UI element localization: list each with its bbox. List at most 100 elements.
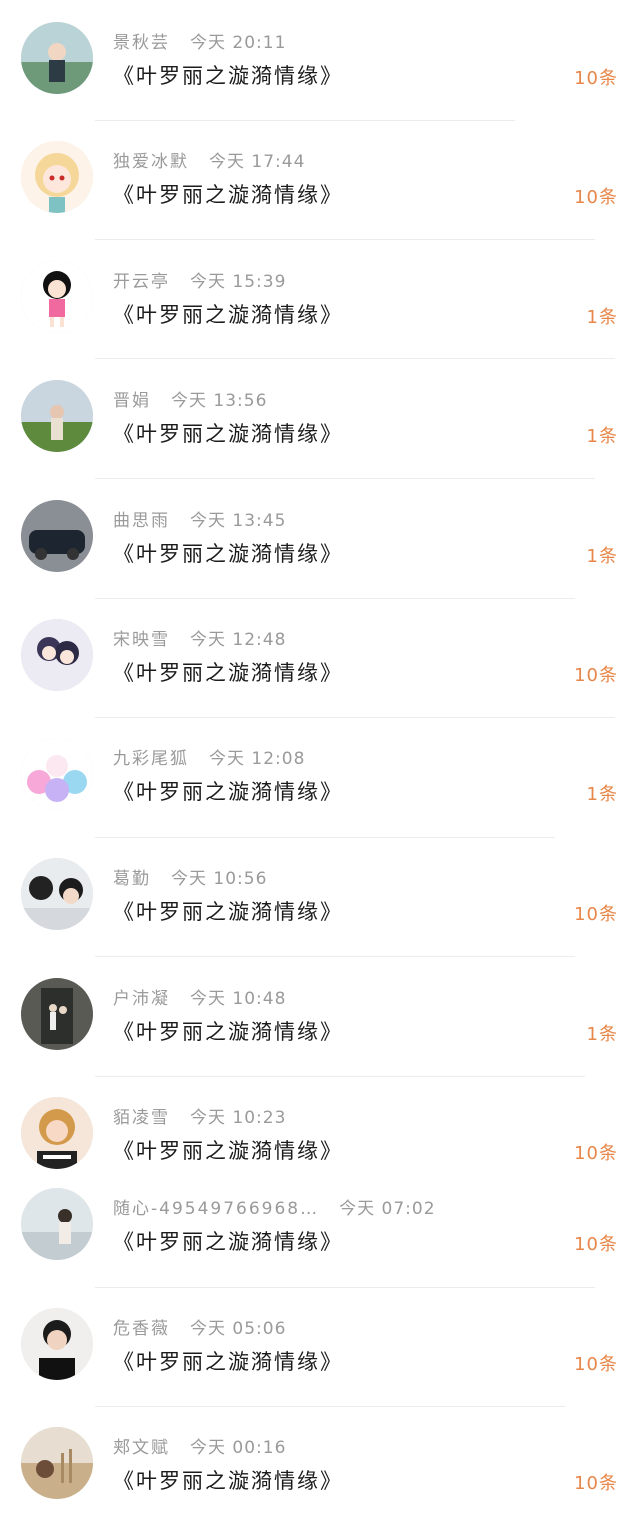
- message-row[interactable]: 晋娟 今天 13:56 《叶罗丽之漩漪情缘》 1条: [0, 380, 640, 480]
- sender-name[interactable]: 户沛凝: [113, 989, 170, 1009]
- book-title[interactable]: 《叶罗丽之漩漪情缘》: [113, 1226, 343, 1256]
- message-row[interactable]: 户沛凝 今天 10:48 《叶罗丽之漩漪情缘》 1条: [0, 978, 640, 1078]
- timestamp: 今天 10:23: [190, 1108, 286, 1128]
- message-count-badge: 10条: [574, 904, 618, 925]
- message-meta: 九彩尾狐 今天 12:08: [113, 744, 305, 769]
- avatar-cartoon-girl-icon[interactable]: [21, 261, 93, 333]
- message-meta: 开云亭 今天 15:39: [113, 267, 286, 292]
- timestamp-time: 13:56: [213, 391, 268, 411]
- sender-name[interactable]: 郏文赋: [113, 1438, 170, 1458]
- message-count-badge: 10条: [574, 187, 618, 208]
- book-title[interactable]: 《叶罗丽之漩漪情缘》: [113, 1135, 343, 1165]
- row-divider: [95, 598, 575, 599]
- message-row[interactable]: 危香薇 今天 05:06 《叶罗丽之漩漪情缘》 10条: [0, 1308, 640, 1408]
- message-meta: 独爱冰默 今天 17:44: [113, 147, 305, 172]
- message-meta: 晋娟 今天 13:56: [113, 386, 267, 411]
- timestamp-time: 20:11: [232, 33, 287, 53]
- row-divider: [95, 956, 575, 957]
- book-title[interactable]: 《叶罗丽之漩漪情缘》: [113, 1346, 343, 1376]
- timestamp: 今天 00:16: [190, 1438, 286, 1458]
- message-row[interactable]: 景秋芸 今天 20:11 《叶罗丽之漩漪情缘》 10条: [0, 22, 640, 122]
- message-row[interactable]: 开云亭 今天 15:39 《叶罗丽之漩漪情缘》 1条: [0, 261, 640, 361]
- message-row[interactable]: 葛勤 今天 10:56 《叶罗丽之漩漪情缘》 10条: [0, 858, 640, 958]
- book-title[interactable]: 《叶罗丽之漩漪情缘》: [113, 538, 343, 568]
- book-title[interactable]: 《叶罗丽之漩漪情缘》: [113, 776, 343, 806]
- book-title[interactable]: 《叶罗丽之漩漪情缘》: [113, 657, 343, 687]
- message-meta: 葛勤 今天 10:56: [113, 864, 267, 889]
- message-count-badge: 1条: [586, 784, 618, 805]
- message-row[interactable]: 郏文赋 今天 00:16 《叶罗丽之漩漪情缘》 10条: [0, 1427, 640, 1526]
- book-title[interactable]: 《叶罗丽之漩漪情缘》: [113, 299, 343, 329]
- message-meta: 宋映雪 今天 12:48: [113, 625, 286, 650]
- row-divider: [95, 478, 595, 479]
- message-row[interactable]: 貊凌雪 今天 10:23 《叶罗丽之漩漪情缘》 10条: [0, 1097, 640, 1197]
- sender-name[interactable]: 随心-49549766968…: [113, 1199, 319, 1219]
- book-title[interactable]: 《叶罗丽之漩漪情缘》: [113, 1465, 343, 1495]
- avatar-anime-blonde-girl-icon[interactable]: [21, 141, 93, 213]
- avatar-man-portrait-icon[interactable]: [21, 1308, 93, 1380]
- row-divider: [95, 1406, 565, 1407]
- sender-name[interactable]: 开云亭: [113, 272, 170, 292]
- timestamp-day: 今天: [190, 630, 226, 650]
- message-row[interactable]: 九彩尾狐 今天 12:08 《叶罗丽之漩漪情缘》 1条: [0, 738, 640, 838]
- avatar-seaside-girl-icon[interactable]: [21, 1188, 93, 1260]
- timestamp: 今天 13:45: [190, 511, 286, 531]
- message-row[interactable]: 随心-49549766968… 今天 07:02 《叶罗丽之漩漪情缘》 10条: [0, 1188, 640, 1288]
- timestamp: 今天 17:44: [209, 152, 305, 172]
- message-meta: 貊凌雪 今天 10:23: [113, 1103, 286, 1128]
- book-title[interactable]: 《叶罗丽之漩漪情缘》: [113, 60, 343, 90]
- message-row[interactable]: 曲思雨 今天 13:45 《叶罗丽之漩漪情缘》 1条: [0, 500, 640, 600]
- row-divider: [95, 358, 615, 359]
- sender-name[interactable]: 九彩尾狐: [113, 749, 189, 769]
- timestamp-time: 10:56: [213, 869, 268, 889]
- message-count-badge: 1条: [586, 546, 618, 567]
- avatar-wheat-field-icon[interactable]: [21, 1427, 93, 1499]
- sender-name[interactable]: 危香薇: [113, 1319, 170, 1339]
- row-divider: [95, 717, 615, 718]
- sender-name[interactable]: 宋映雪: [113, 630, 170, 650]
- avatar-blonde-woman-icon[interactable]: [21, 1097, 93, 1169]
- timestamp-day: 今天: [171, 391, 207, 411]
- message-meta: 危香薇 今天 05:06: [113, 1314, 286, 1339]
- message-list: 景秋芸 今天 20:11 《叶罗丽之漩漪情缘》 10条 独爱冰默 今天 17:44 《叶罗丽…: [0, 0, 640, 1526]
- timestamp-day: 今天: [190, 511, 226, 531]
- avatar-boy-bear-icon[interactable]: [21, 858, 93, 930]
- timestamp: 今天 20:11: [190, 33, 286, 53]
- timestamp: 今天 13:56: [171, 391, 267, 411]
- avatar-nine-tail-fox-icon[interactable]: [21, 738, 93, 810]
- book-title[interactable]: 《叶罗丽之漩漪情缘》: [113, 896, 343, 926]
- row-divider: [95, 1287, 595, 1288]
- book-title[interactable]: 《叶罗丽之漩漪情缘》: [113, 179, 343, 209]
- sender-name[interactable]: 晋娟: [113, 391, 151, 411]
- row-divider: [95, 120, 515, 121]
- message-count-badge: 1条: [586, 307, 618, 328]
- timestamp: 今天 07:02: [339, 1199, 435, 1219]
- sender-name[interactable]: 景秋芸: [113, 33, 170, 53]
- sender-name[interactable]: 貊凌雪: [113, 1108, 170, 1128]
- avatar-landscape-girl-icon[interactable]: [21, 22, 93, 94]
- sender-name[interactable]: 葛勤: [113, 869, 151, 889]
- timestamp-time: 15:39: [232, 272, 287, 292]
- timestamp-day: 今天: [339, 1199, 376, 1219]
- message-meta: 郏文赋 今天 00:16: [113, 1433, 286, 1458]
- sender-name[interactable]: 曲思雨: [113, 511, 170, 531]
- row-divider: [95, 1076, 585, 1077]
- avatar-anime-couple-icon[interactable]: [21, 619, 93, 691]
- avatar-car-icon[interactable]: [21, 500, 93, 572]
- timestamp-time: 00:16: [232, 1438, 287, 1458]
- book-title[interactable]: 《叶罗丽之漩漪情缘》: [113, 1016, 343, 1046]
- timestamp-day: 今天: [190, 989, 226, 1009]
- timestamp-time: 17:44: [251, 152, 306, 172]
- avatar-field-girl-icon[interactable]: [21, 380, 93, 452]
- message-row[interactable]: 宋映雪 今天 12:48 《叶罗丽之漩漪情缘》 10条: [0, 619, 640, 719]
- timestamp: 今天 12:08: [209, 749, 305, 769]
- timestamp-time: 10:48: [232, 989, 287, 1009]
- timestamp-day: 今天: [171, 869, 207, 889]
- avatar-couple-door-icon[interactable]: [21, 978, 93, 1050]
- message-count-badge: 10条: [574, 68, 618, 89]
- sender-name[interactable]: 独爱冰默: [113, 152, 189, 172]
- timestamp-day: 今天: [209, 152, 245, 172]
- book-title[interactable]: 《叶罗丽之漩漪情缘》: [113, 418, 343, 448]
- message-row[interactable]: 独爱冰默 今天 17:44 《叶罗丽之漩漪情缘》 10条: [0, 141, 640, 241]
- message-meta: 景秋芸 今天 20:11: [113, 28, 286, 53]
